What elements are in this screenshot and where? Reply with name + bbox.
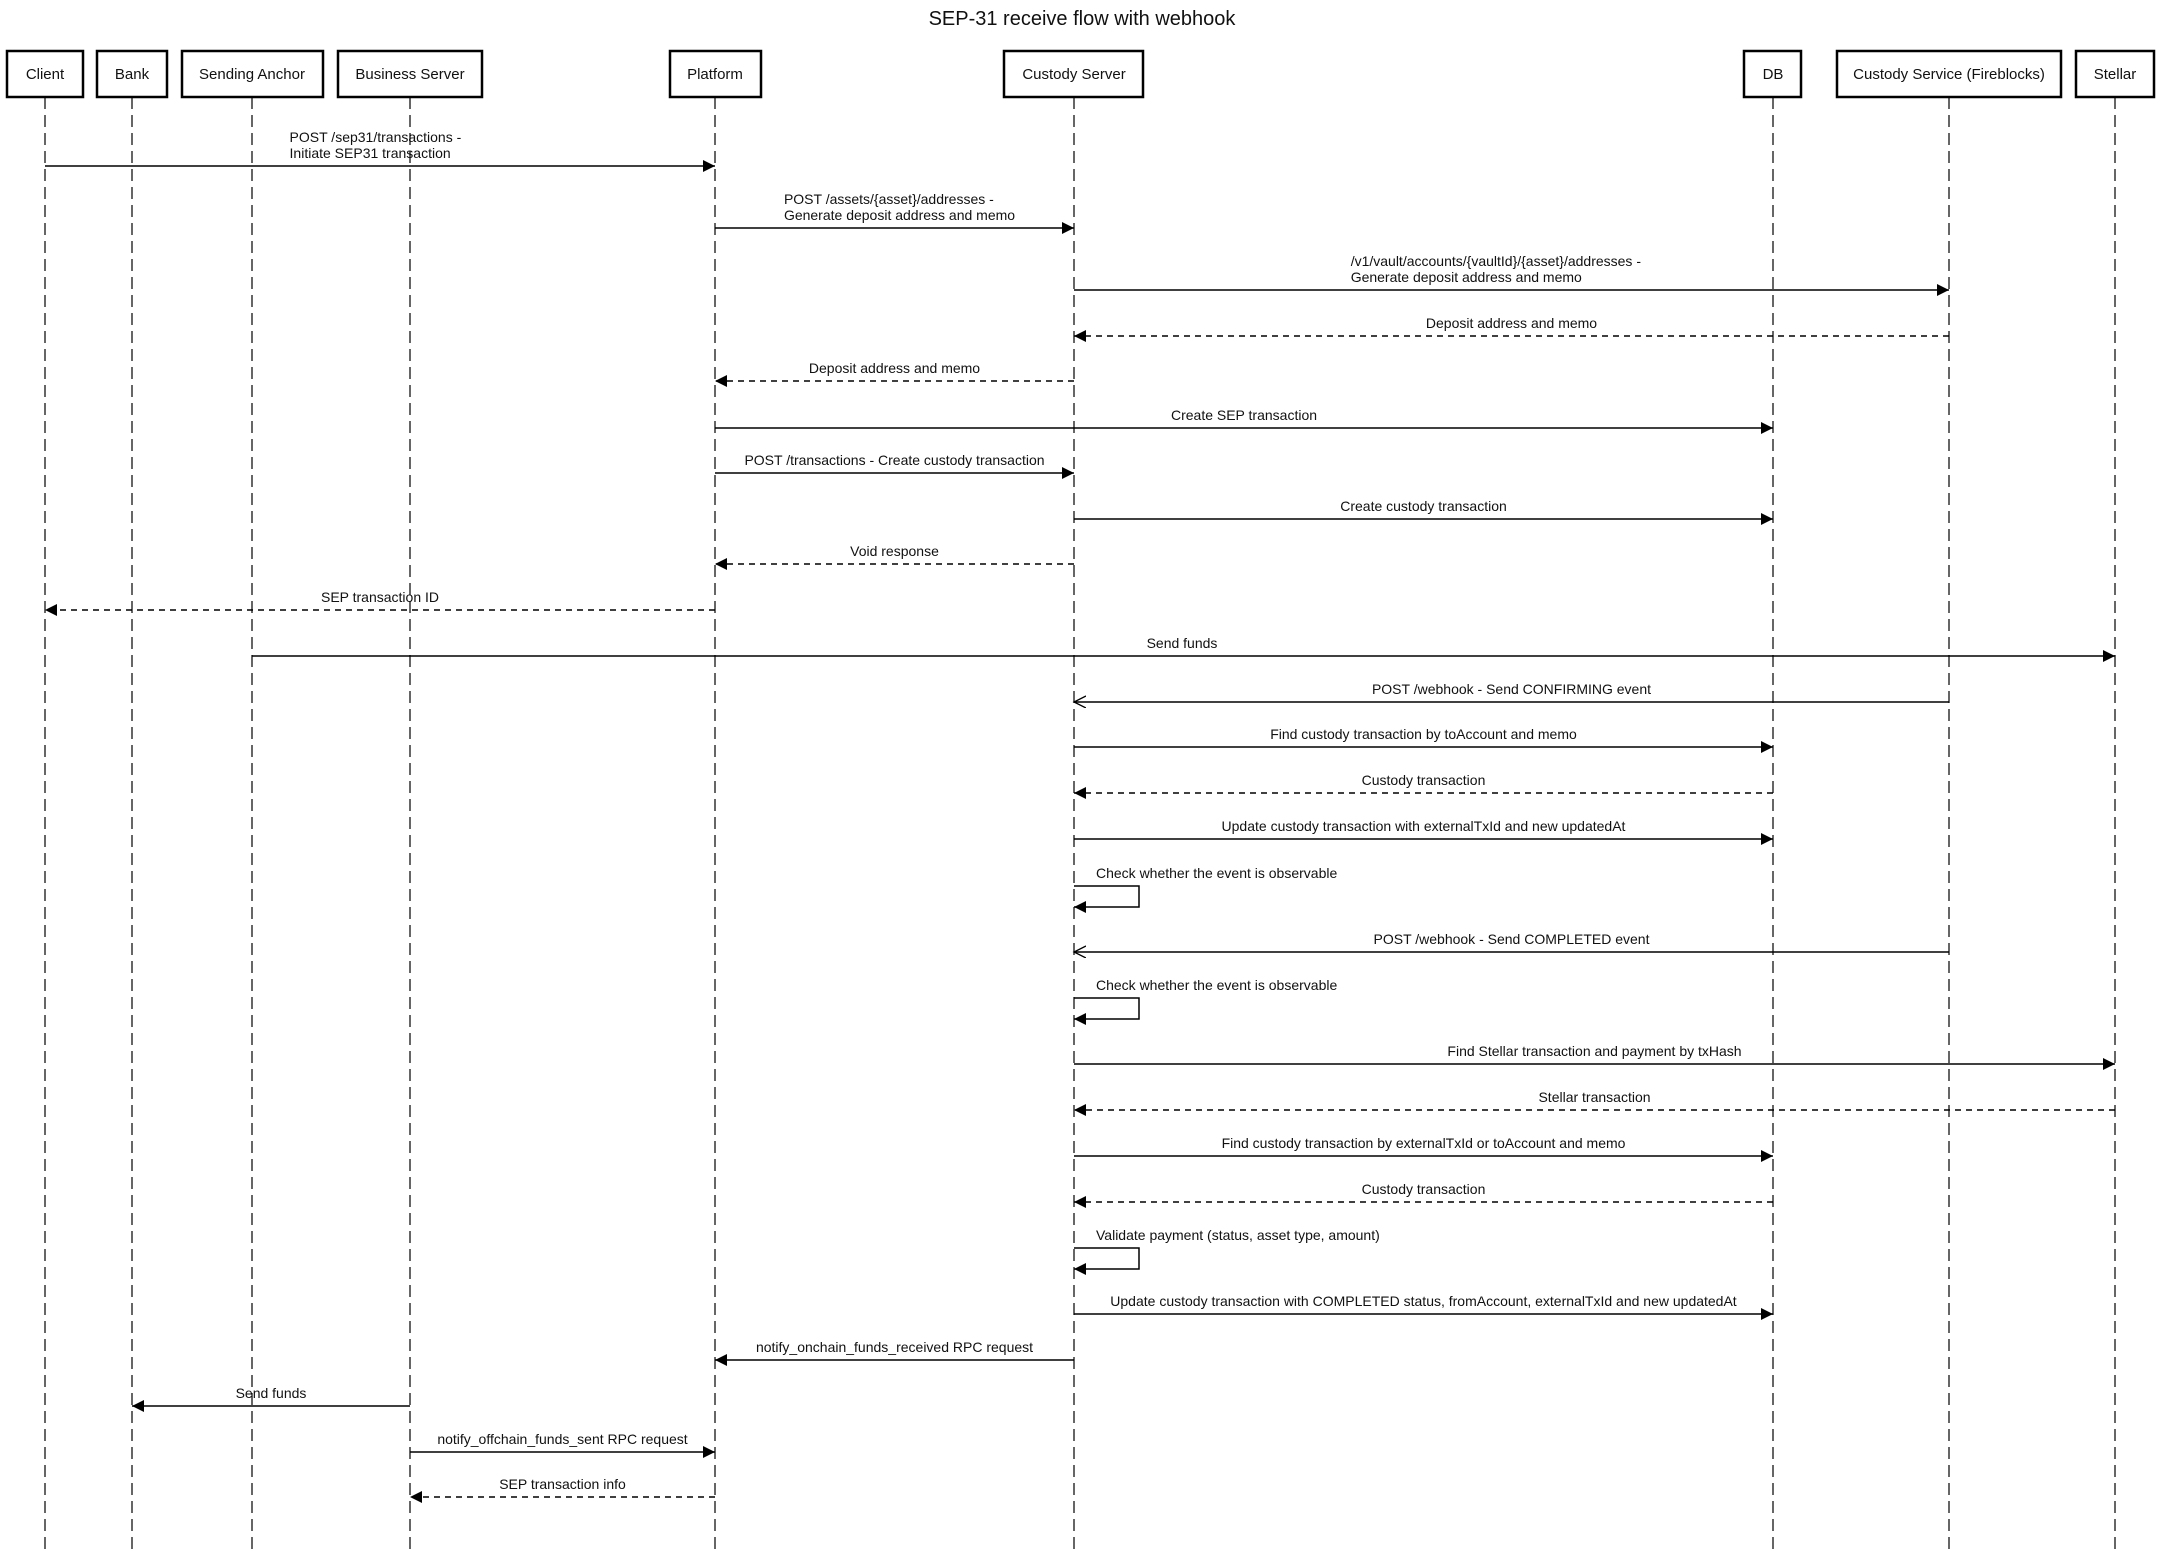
message-label: Send funds [236, 1385, 307, 1401]
message-label: Find Stellar transaction and payment by … [1447, 1043, 1741, 1059]
reply-message: SEP transaction ID [45, 589, 715, 616]
message: Create custody transaction [1074, 498, 1773, 525]
message-label: Initiate SEP31 transaction [290, 145, 451, 161]
message-label: Void response [850, 543, 939, 559]
message-label: POST /transactions - Create custody tran… [744, 452, 1044, 468]
message-label: Find custody transaction by toAccount an… [1270, 726, 1577, 742]
participant-label: DB [1763, 66, 1784, 83]
reply-message: Void response [715, 543, 1074, 570]
message-label: POST /webhook - Send CONFIRMING event [1372, 681, 1651, 697]
participant-platform[interactable]: Platform [668, 49, 763, 99]
message: POST /assets/{asset}/addresses -Generate… [715, 191, 1074, 234]
message: Create SEP transaction [715, 407, 1773, 434]
message: Send funds [252, 635, 2115, 662]
message: POST /webhook - Send CONFIRMING event [1074, 681, 1949, 702]
participants: Client Bank Sending Anchor Business Server P… [5, 49, 2156, 99]
message-label: POST /sep31/transactions - [290, 129, 462, 145]
message-label: Generate deposit address and memo [1351, 269, 1582, 285]
message-label: Check whether the event is observable [1096, 977, 1337, 993]
messages: POST /sep31/transactions -Initiate SEP31… [45, 129, 2115, 1503]
message-label: Create custody transaction [1340, 498, 1507, 514]
message-label: Check whether the event is observable [1096, 865, 1337, 881]
message-label: Custody transaction [1362, 772, 1486, 788]
message-label: Send funds [1147, 635, 1218, 651]
message: notify_offchain_funds_sent RPC request [410, 1431, 715, 1458]
message-label: Generate deposit address and memo [784, 207, 1015, 223]
message: POST /sep31/transactions -Initiate SEP31… [45, 129, 715, 172]
participant-label: Stellar [2094, 66, 2137, 83]
message-label: notify_onchain_funds_received RPC reques… [756, 1339, 1033, 1355]
participant-label: Custody Server [1022, 66, 1125, 83]
message: Update custody transaction with COMPLETE… [1074, 1293, 1773, 1320]
participant-client[interactable]: Client [5, 49, 85, 99]
participant-label: Custody Service (Fireblocks) [1853, 66, 2045, 83]
message-label: SEP transaction ID [321, 589, 439, 605]
participant-label: Client [26, 66, 65, 83]
message: Find custody transaction by externalTxId… [1074, 1135, 1773, 1162]
message: Find Stellar transaction and payment by … [1074, 1043, 2115, 1070]
message-label: POST /assets/{asset}/addresses - [784, 191, 994, 207]
message-label: POST /webhook - Send COMPLETED event [1374, 931, 1650, 947]
message-label: Find custody transaction by externalTxId… [1222, 1135, 1626, 1151]
lifelines [44, 97, 2116, 1552]
participant-label: Platform [687, 66, 743, 83]
reply-message: Stellar transaction [1074, 1089, 2115, 1116]
message-label: Update custody transaction with external… [1222, 818, 1626, 834]
message: Update custody transaction with external… [1074, 818, 1773, 845]
message: /v1/vault/accounts/{vaultId}/{asset}/add… [1074, 253, 1949, 296]
reply-message: Deposit address and memo [1074, 315, 1949, 342]
participant-label: Bank [115, 66, 150, 83]
message: Send funds [132, 1385, 410, 1412]
message-label: Deposit address and memo [1426, 315, 1597, 331]
reply-message: Deposit address and memo [715, 360, 1074, 387]
message-label: notify_offchain_funds_sent RPC request [437, 1431, 687, 1447]
participant-bank[interactable]: Bank [95, 49, 169, 99]
message-label: SEP transaction info [499, 1476, 626, 1492]
participant-sending-anchor[interactable]: Sending Anchor [180, 49, 325, 99]
self-message: Check whether the event is observable [1074, 865, 1337, 913]
message: notify_onchain_funds_received RPC reques… [715, 1339, 1074, 1366]
self-message: Validate payment (status, asset type, am… [1074, 1227, 1380, 1275]
message: Find custody transaction by toAccount an… [1074, 726, 1773, 753]
message-label: Stellar transaction [1538, 1089, 1650, 1105]
participant-db[interactable]: DB [1742, 49, 1803, 99]
participant-label: Business Server [355, 66, 464, 83]
diagram-title: SEP-31 receive flow with webhook [929, 8, 1237, 30]
message-label: Custody transaction [1362, 1181, 1486, 1197]
self-arrow [1074, 1247, 1140, 1275]
participant-stellar[interactable]: Stellar [2074, 49, 2156, 99]
self-arrow [1074, 997, 1140, 1025]
reply-message: SEP transaction info [410, 1476, 715, 1503]
message-label: Validate payment (status, asset type, am… [1096, 1227, 1380, 1243]
reply-message: Custody transaction [1074, 1181, 1773, 1208]
message: POST /transactions - Create custody tran… [715, 452, 1074, 479]
participant-business-server[interactable]: Business Server [336, 49, 484, 99]
message-label: /v1/vault/accounts/{vaultId}/{asset}/add… [1351, 253, 1642, 269]
message-label: Create SEP transaction [1171, 407, 1317, 423]
message: POST /webhook - Send COMPLETED event [1074, 931, 1949, 952]
participant-custody-service[interactable]: Custody Service (Fireblocks) [1835, 49, 2063, 99]
sequence-diagram: SEP-31 receive flow with webhook Client B… [5, 8, 2156, 1552]
participant-custody-server[interactable]: Custody Server [1002, 49, 1145, 99]
message-label: Deposit address and memo [809, 360, 980, 376]
self-message: Check whether the event is observable [1074, 977, 1337, 1025]
reply-message: Custody transaction [1074, 772, 1773, 799]
message-label: Update custody transaction with COMPLETE… [1110, 1293, 1737, 1309]
self-arrow [1074, 885, 1140, 913]
participant-label: Sending Anchor [199, 66, 305, 83]
